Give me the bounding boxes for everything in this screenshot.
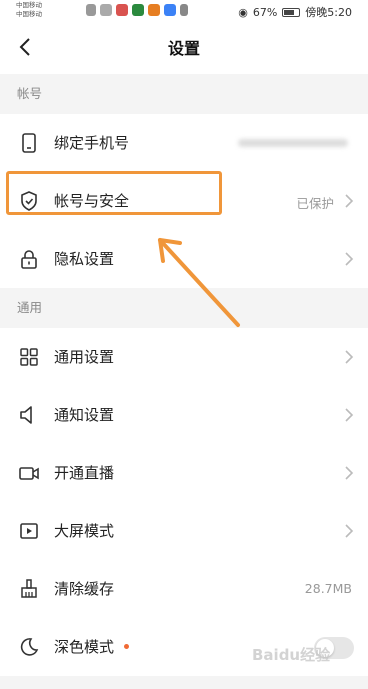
moon-icon [20,638,39,656]
grid-icon [20,348,38,366]
row-label: 通用设置 [54,348,115,366]
row-bind-phone[interactable]: 绑定手机号 [0,114,368,172]
clock: 傍晚5:20 [305,6,352,19]
chevron-right-icon [345,252,354,266]
section-header-account: 帐号 [0,74,368,114]
row-clear-cache[interactable]: 清除缓存 28.7MB [0,560,368,618]
app-icon [132,4,144,16]
row-big-screen-mode[interactable]: 大屏模式 [0,502,368,560]
row-label: 大屏模式 [54,522,115,540]
chevron-right-icon [345,524,354,538]
status-bar: 中国移动 中国移动 ◉ 67% 傍晚5:20 [0,0,368,22]
signal-icon [86,4,96,16]
watermark: Baidu经验 [252,646,331,664]
chevron-right-icon [345,194,354,208]
nav-bar: 设置 [0,22,368,74]
row-label: 开通直播 [54,464,115,482]
status-icons [86,4,188,16]
new-badge-dot [124,644,129,649]
protection-status: 已保护 [296,196,334,211]
section-header-general: 通用 [0,288,368,328]
lock-icon [21,250,37,269]
page-title: 设置 [167,39,200,58]
carrier-info: 中国移动 中国移动 [16,1,42,19]
row-label: 深色模式 [54,638,115,656]
app-icon [164,4,176,16]
masked-phone-number [238,139,348,147]
row-label: 清除缓存 [54,580,115,598]
cache-size: 28.7MB [304,581,352,596]
play-screen-icon [20,523,38,539]
row-label: 通知设置 [54,406,115,424]
app-icon [116,4,128,16]
row-privacy[interactable]: 隐私设置 [0,230,368,288]
row-general-settings[interactable]: 通用设置 [0,328,368,386]
highlight-box [6,171,222,215]
row-label: 绑定手机号 [54,134,130,152]
carrier-2: 中国移动 [16,10,42,18]
phone-icon [22,133,36,153]
chevron-right-icon [345,408,354,422]
eye-icon: ◉ [238,5,248,19]
status-right: ◉ 67% 傍晚5:20 [238,4,352,20]
battery-percent: 67% [252,5,278,19]
row-label: 隐私设置 [54,250,115,268]
wifi-icon [100,4,112,16]
battery-icon [282,7,301,17]
video-camera-icon [19,467,39,480]
app-icon [148,4,160,16]
more-icon [180,4,188,16]
row-notification-settings[interactable]: 通知设置 [0,386,368,444]
speaker-icon [20,406,32,424]
broom-icon [21,579,37,598]
row-open-live[interactable]: 开通直播 [0,444,368,502]
chevron-right-icon [345,466,354,480]
chevron-right-icon [345,350,354,364]
carrier-1: 中国移动 [16,1,42,9]
